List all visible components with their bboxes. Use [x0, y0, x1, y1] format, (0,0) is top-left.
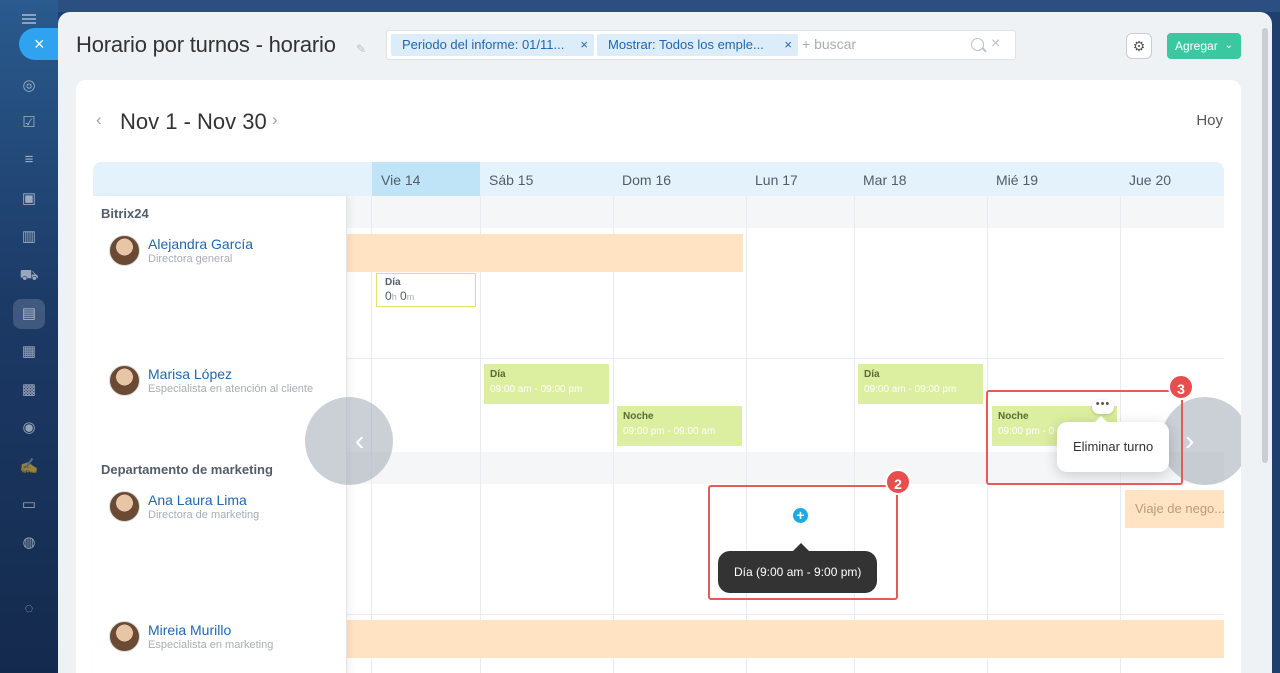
globe-icon[interactable]: ◍: [19, 533, 39, 553]
schedule-card: ‹ Nov 1 - Nov 30 › Hoy Vie 14 Sáb 15 Dom…: [76, 80, 1241, 673]
robot-icon[interactable]: ▣: [19, 189, 39, 209]
highlight-box: [986, 390, 1183, 485]
search-icon[interactable]: [971, 38, 984, 51]
employee-name[interactable]: Alejandra García: [148, 236, 253, 252]
sign-icon[interactable]: ✍: [19, 457, 39, 477]
top-strip: [58, 0, 1280, 12]
slider-panel: Horario por turnos - horario ✎ Periodo d…: [58, 12, 1272, 673]
grid-line: [746, 196, 747, 673]
shift-name: Día: [864, 369, 880, 380]
period-range: Nov 1 - Nov 30: [120, 109, 267, 134]
chip-remove-icon[interactable]: ×: [784, 34, 792, 56]
page-title: Horario por turnos - horario: [76, 32, 336, 57]
dept-name: Bitrix24: [101, 206, 149, 221]
chevron-right-icon: ›: [1185, 425, 1195, 456]
prev-period-button[interactable]: ‹: [96, 110, 102, 130]
employee-name[interactable]: Marisa López: [148, 366, 232, 382]
grid-line: [854, 196, 855, 673]
col-header-today: Vie 14: [372, 162, 480, 196]
calendar-icon[interactable]: ▦: [19, 342, 39, 362]
absence-bar[interactable]: [347, 234, 743, 272]
shift-card[interactable]: Día 09:00 am - 09:00 pm: [858, 364, 983, 404]
employee-name[interactable]: Mireia Murillo: [148, 622, 231, 638]
dept-name: Departamento de marketing: [101, 462, 273, 477]
highlight-box: [708, 485, 898, 600]
shift-name: Día: [385, 277, 401, 288]
gear-icon[interactable]: ⚙: [1126, 33, 1152, 59]
building-icon[interactable]: ▩: [19, 380, 39, 400]
avatar: [109, 365, 140, 396]
employee-title: Directora general: [148, 253, 233, 265]
shift-duration: 0h 0m: [385, 289, 415, 303]
col-header: Jue 20: [1129, 172, 1172, 188]
shift-card[interactable]: Día 09:00 am - 09:00 pm: [484, 364, 609, 404]
close-slider-button[interactable]: ×: [19, 28, 63, 60]
hamburger-icon[interactable]: [22, 14, 36, 24]
absence-bar[interactable]: [347, 620, 1224, 658]
filter-chip-period[interactable]: Periodo del informe: 01/11... ×: [391, 34, 594, 56]
scroll-left-button[interactable]: ‹: [305, 397, 393, 485]
cart-icon[interactable]: ⛟: [19, 266, 39, 286]
shift-time: 09:00 am - 09:00 pm: [490, 384, 583, 395]
analytics-icon[interactable]: ▥: [19, 227, 39, 247]
col-header: Lun 17: [755, 172, 798, 188]
document-icon[interactable]: ▭: [19, 495, 39, 515]
col-header: Dom 16: [622, 172, 672, 188]
filter-chip-label: Periodo del informe: 01/11...: [402, 37, 565, 52]
target-icon[interactable]: ◉: [19, 418, 39, 438]
shift-card[interactable]: Noche 09:00 pm - 09:00 am: [617, 406, 742, 446]
timeman-icon[interactable]: ▤: [13, 299, 45, 329]
feed-icon[interactable]: ◎: [19, 76, 39, 96]
shift-name: Noche: [623, 411, 654, 422]
employee-title: Especialista en marketing: [148, 639, 274, 651]
filter-funnel-icon[interactable]: ≡: [19, 150, 39, 170]
col-header: Mar 18: [863, 172, 907, 188]
chevron-down-icon: ⌄: [1224, 40, 1233, 51]
shift-card-empty[interactable]: Día 0h 0m: [376, 273, 476, 307]
shift-time: 09:00 am - 09:00 pm: [864, 384, 957, 395]
col-header: Sáb 15: [489, 172, 534, 188]
add-button-label: Agregar: [1175, 39, 1218, 53]
tasks-icon[interactable]: ☑: [19, 113, 39, 133]
absence-label: Viaje de nego...: [1135, 501, 1224, 516]
left-rail: × ◎ ☑ ≡ ▣ ▥ ⛟ ▤ ▦ ▩ ◉ ✍ ▭ ◍ ◌: [0, 0, 63, 673]
filter-chip-employees[interactable]: Mostrar: Todos los emple... ×: [597, 34, 798, 56]
chip-remove-icon[interactable]: ×: [580, 34, 588, 56]
shift-name: Día: [490, 369, 506, 380]
chevron-left-icon: ‹: [355, 425, 365, 456]
schedule-grid: Vie 14 Sáb 15 Dom 16 Lun 17 Mar 18 Mié 1…: [93, 162, 1241, 673]
filter-bar[interactable]: Periodo del informe: 01/11... × Mostrar:…: [386, 30, 1016, 60]
next-period-button[interactable]: ›: [272, 110, 278, 130]
col-header: Mié 19: [996, 172, 1039, 188]
today-button[interactable]: Hoy: [1196, 112, 1223, 129]
filter-chip-label: Mostrar: Todos los emple...: [608, 37, 764, 52]
search-input[interactable]: + buscar: [802, 36, 856, 52]
clear-icon[interactable]: ×: [991, 35, 1000, 53]
avatar: [109, 621, 140, 652]
avatar: [109, 235, 140, 266]
employee-title: Directora de marketing: [148, 509, 260, 521]
add-button[interactable]: Agregar ⌄: [1167, 33, 1241, 59]
employee-name[interactable]: Ana Laura Lima: [148, 492, 247, 508]
step-badge: 2: [885, 469, 911, 495]
pin-icon[interactable]: ✎: [356, 42, 366, 56]
shift-time: 09:00 pm - 09:00 am: [623, 426, 716, 437]
employee-title: Especialista en atención al cliente: [148, 383, 314, 395]
step-badge: 3: [1168, 374, 1194, 400]
settings-circle-icon[interactable]: ◌: [19, 599, 39, 619]
avatar: [109, 491, 140, 522]
scrollbar[interactable]: [1262, 28, 1268, 463]
